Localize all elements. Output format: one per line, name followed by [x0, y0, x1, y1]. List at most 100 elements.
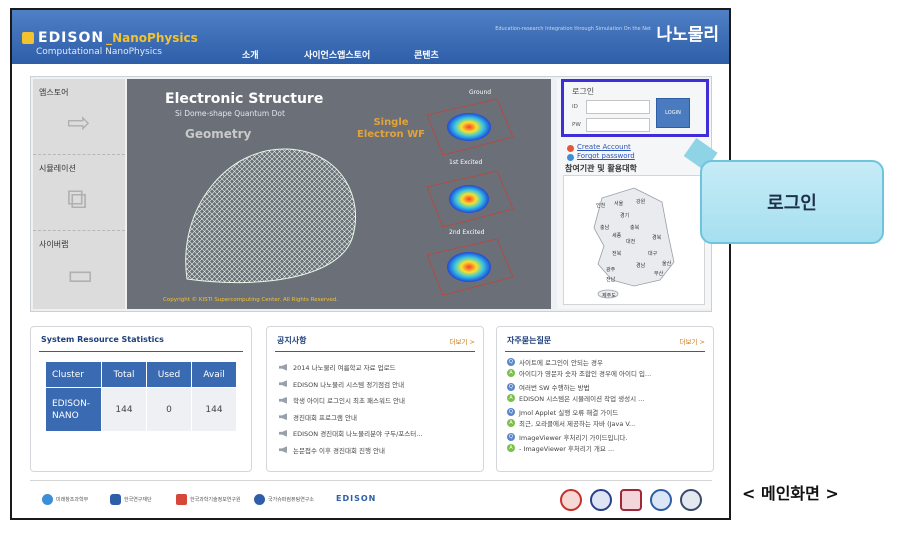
id-input[interactable] — [586, 100, 650, 114]
footer-logo-text: 한국과학기술정보연구원 — [190, 497, 241, 503]
quantum-dot-geometry-image — [185, 148, 356, 284]
footer-logo-text: 국가슈퍼컴퓨팅연구소 — [268, 497, 315, 503]
map-label-seoul: 서울 — [614, 201, 624, 207]
stats-table: Cluster Total Used Avail EDISON-NANO 144… — [45, 361, 237, 432]
notice-panel: 공지사항 더보기 > 2014 나노물리 여름학교 자료 업로드 EDISON … — [266, 326, 484, 472]
answer-badge-icon: A — [507, 368, 515, 377]
flowchart-icon: ⧉ — [67, 182, 87, 215]
sidebar-item-appstore[interactable]: 앱스토어 ⇨ — [33, 79, 125, 155]
university-seal-icon[interactable] — [680, 489, 702, 511]
university-seal-icon[interactable] — [560, 489, 582, 511]
answer-badge-icon: A — [507, 418, 515, 427]
sidebar-item-cyberlab[interactable]: 사이버랩 ▭ — [33, 231, 125, 307]
create-account-link[interactable]: Create Account — [577, 143, 631, 151]
faq-panel: 자주묻는질문 더보기 > Q 사이트에 로그인이 안되는 경우 A 아이디가 영문자… — [496, 326, 714, 472]
faq-answer-text: - ImageViewer 후처리기 개요 ... — [519, 444, 615, 453]
wf-label-ground: Ground — [469, 89, 492, 96]
faq-answer-text: 최근, 오라클에서 제공하는 자바 (Java V... — [519, 419, 636, 428]
list-item[interactable]: EDISON 경진대회 나노물리분야 구두/포스터... — [279, 425, 469, 442]
notice-list: 2014 나노물리 여름학교 자료 업로드 EDISON 나노물리 시스템 정기… — [279, 359, 469, 458]
header-tagline: Education-research Integration through S… — [495, 26, 651, 32]
map-label-sejong: 세종 — [612, 233, 622, 239]
sidebar-item-label: 시뮬레이션 — [39, 164, 76, 173]
footer-logo-msip[interactable]: 미래창조과학부 — [42, 494, 88, 505]
map-label-jeju: 제주도 — [602, 293, 616, 299]
nav-menu-about[interactable]: 소개 — [242, 48, 259, 61]
site-logo[interactable]: EDISON _NanoPhysics — [22, 30, 198, 46]
key-icon — [567, 154, 574, 161]
map-label-ulsan: 울산 — [662, 261, 672, 267]
footer-logo-kisti[interactable]: 한국과학기술정보연구원 — [176, 494, 241, 505]
nrf-logo-icon — [110, 494, 121, 505]
footer-logo-text: 한국연구재단 — [124, 497, 152, 503]
speaker-icon — [279, 413, 287, 421]
table-row: EDISON-NANO 144 0 144 — [45, 387, 237, 432]
faq-answer[interactable]: A EDISON 시스템은 시뮬레이션 작업 생성시 ... — [507, 393, 707, 404]
question-badge-icon: Q — [507, 408, 515, 417]
faq-question[interactable]: Q ImageViewer 후처리기 가이드입니다. — [507, 432, 707, 443]
map-label-incheon: 인천 — [596, 203, 606, 209]
university-seal-icon[interactable] — [590, 489, 612, 511]
korea-map[interactable]: 강원 인천 서울 경기 충남 충북 세종 경북 대전 전북 대구 울산 경남 광… — [563, 175, 705, 305]
banner-subtitle: Si Dome-shape Quantum Dot — [175, 109, 285, 118]
map-label-daegu: 대구 — [648, 251, 658, 257]
sidebar: 앱스토어 ⇨ 시뮬레이션 ⧉ 사이버랩 ▭ — [33, 79, 125, 309]
footer-logo-nrf[interactable]: 한국연구재단 — [110, 494, 152, 505]
nav-menu-appstore[interactable]: 사이언스앱스토어 — [304, 48, 370, 61]
map-label-daejeon: 대전 — [626, 239, 636, 245]
speaker-icon — [279, 396, 287, 404]
logo-subtitle: Computational NanoPhysics — [36, 47, 162, 57]
col-header-avail: Avail — [191, 361, 237, 388]
list-item[interactable]: 2014 나노물리 여름학교 자료 업로드 — [279, 359, 469, 376]
system-stats-panel: System Resource Statistics Cluster Total… — [30, 326, 252, 472]
main-visual-banner: Electronic Structure Si Dome-shape Quant… — [127, 79, 551, 309]
faq-question-text: Jmol Applet 실행 오류 해결 가이드 — [519, 409, 619, 418]
table-header-row: Cluster Total Used Avail — [45, 361, 237, 388]
faq-question[interactable]: Q Jmol Applet 실행 오류 해결 가이드 — [507, 407, 707, 418]
stats-title: System Resource Statistics — [41, 335, 164, 344]
footer-logo-nsc[interactable]: 국가슈퍼컴퓨팅연구소 — [254, 494, 314, 505]
banner-copyright: Copyright © KISTI Supercomputing Center.… — [163, 297, 338, 303]
forgot-password-link[interactable]: Forgot password — [577, 152, 635, 160]
wf-label-1st: 1st Excited — [449, 159, 483, 166]
faq-answer-text: EDISON 시스템은 시뮬레이션 작업 생성시 ... — [519, 394, 645, 403]
footer-logo-edison[interactable]: EDISON — [336, 494, 376, 503]
university-seal-icon[interactable] — [650, 489, 672, 511]
col-header-used: Used — [146, 361, 192, 388]
login-panel: 로그인 ID PW LOGIN Create Account Forgot pa… — [557, 79, 711, 309]
faq-more-link[interactable]: 더보기 > — [680, 336, 705, 346]
question-badge-icon: Q — [507, 433, 515, 442]
faq-question[interactable]: Q 여러번 SW 수행하는 방법 — [507, 382, 707, 393]
id-label: ID — [572, 104, 578, 110]
sidebar-item-simulation[interactable]: 시뮬레이션 ⧉ — [33, 155, 125, 231]
sidebar-item-label: 앱스토어 — [39, 88, 69, 97]
speaker-icon — [279, 446, 287, 454]
faq-answer[interactable]: A 최근, 오라클에서 제공하는 자바 (Java V... — [507, 418, 707, 429]
cell-used: 0 — [146, 387, 192, 432]
nav-menu-contents[interactable]: 콘텐츠 — [414, 48, 439, 61]
login-button[interactable]: LOGIN — [656, 98, 690, 128]
single-line-2: Electron WF — [357, 129, 426, 140]
map-label-gwangju: 광주 — [606, 267, 616, 273]
university-seal-icon[interactable] — [620, 489, 642, 511]
banner-title: Electronic Structure — [165, 91, 324, 107]
list-item[interactable]: 경진대회 프로그램 안내 — [279, 409, 469, 426]
main-area: 앱스토어 ⇨ 시뮬레이션 ⧉ 사이버랩 ▭ Electronic Structu… — [30, 76, 712, 312]
list-item[interactable]: 학생 아이디 로그인시 최초 패스워드 안내 — [279, 392, 469, 409]
header-brand[interactable]: 나노물리 — [656, 20, 719, 45]
faq-list: Q 사이트에 로그인이 안되는 경우 A 아이디가 영문자 숫자 조합인 경우에 아… — [507, 357, 707, 453]
col-header-cluster: Cluster — [45, 361, 102, 388]
list-item[interactable]: 논문접수 이후 경진대회 진행 안내 — [279, 442, 469, 459]
msip-logo-icon — [42, 494, 53, 505]
faq-question[interactable]: Q 사이트에 로그인이 안되는 경우 — [507, 357, 707, 368]
notice-more-link[interactable]: 더보기 > — [450, 336, 475, 346]
password-input[interactable] — [586, 118, 650, 132]
site-footer: 미래창조과학부 한국연구재단 한국과학기술정보연구원 국가슈퍼컴퓨팅연구소 ED… — [30, 480, 712, 516]
faq-answer[interactable]: A - ImageViewer 후처리기 개요 ... — [507, 443, 707, 454]
notice-text: 논문접수 이후 경진대회 진행 안내 — [293, 446, 385, 455]
panel-divider — [39, 351, 243, 352]
faq-question-text: ImageViewer 후처리기 가이드입니다. — [519, 434, 628, 443]
list-item[interactable]: EDISON 나노물리 시스템 정기점검 안내 — [279, 376, 469, 393]
faq-answer[interactable]: A 아이디가 영문자 숫자 조합인 경우에 아이디 입... — [507, 368, 707, 379]
notice-text: EDISON 나노물리 시스템 정기점검 안내 — [293, 380, 405, 389]
